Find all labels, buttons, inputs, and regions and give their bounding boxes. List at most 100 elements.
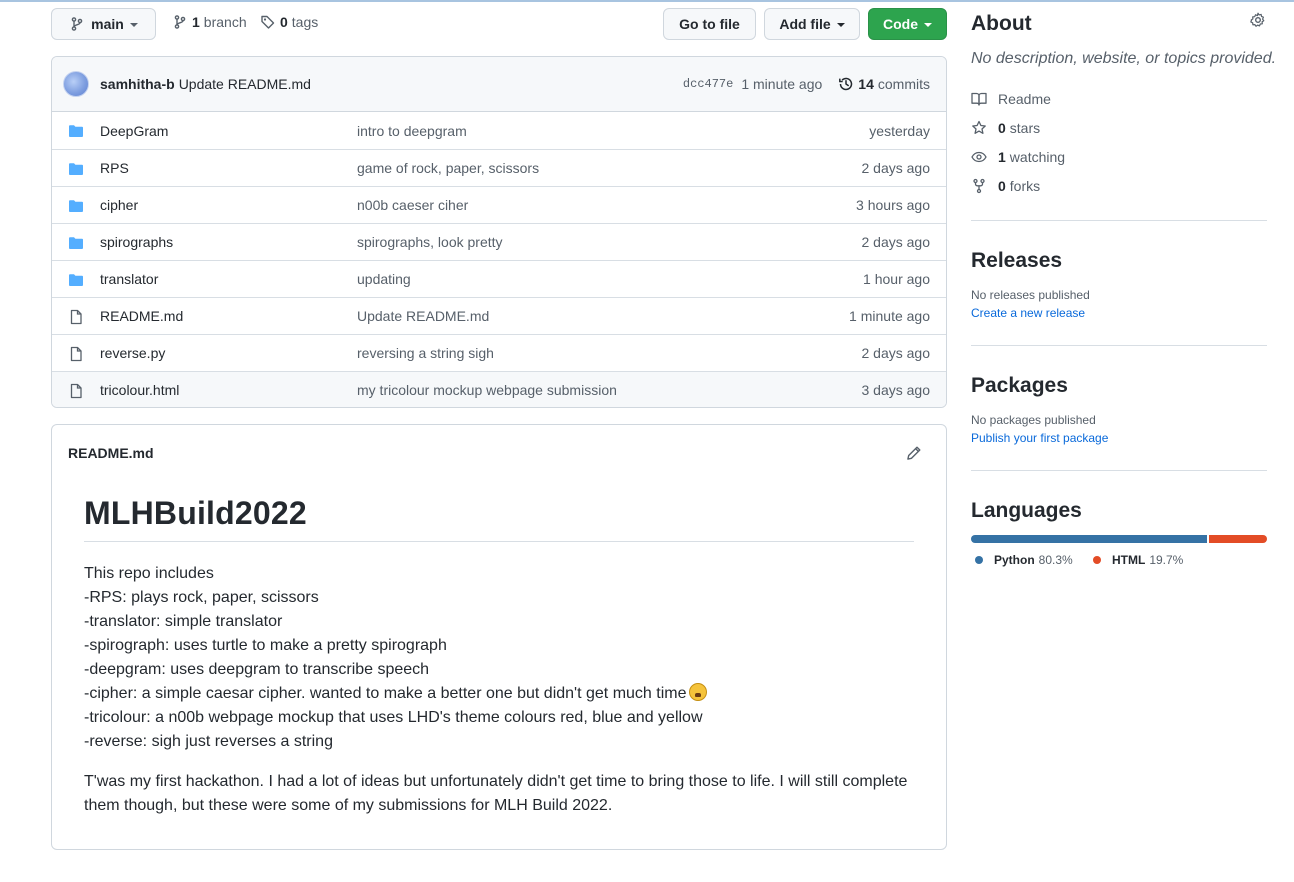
tags-link[interactable]: 0 tags [260, 14, 318, 30]
releases-heading[interactable]: Releases [971, 249, 1267, 273]
go-to-file-button[interactable]: Go to file [663, 8, 756, 40]
readme-link[interactable]: Readme [971, 91, 1051, 107]
file-name-link[interactable]: translator [100, 271, 158, 287]
tags-count: 0 [280, 14, 288, 30]
gear-icon[interactable] [1250, 12, 1266, 28]
file-name-link[interactable]: README.md [100, 308, 183, 324]
branch-select-button[interactable]: main [51, 8, 156, 40]
file-commit-message-link[interactable]: reversing a string sigh [357, 345, 494, 361]
languages-heading: Languages [971, 499, 1082, 522]
language-bar-segment-html [1209, 535, 1267, 543]
readme-line: -cipher: a simple caesar cipher. wanted … [84, 685, 687, 702]
sidebar-divider [971, 220, 1267, 221]
file-row[interactable]: README.md Update README.md 1 minute ago [52, 297, 946, 334]
watching-link[interactable]: 1 watching [971, 149, 1065, 165]
commits-history-link[interactable]: 14 commits [838, 76, 930, 92]
avatar[interactable] [63, 71, 89, 97]
publish-package-link[interactable]: Publish your first package [971, 431, 1108, 445]
sidebar-divider [971, 345, 1267, 346]
language-percent: 80.3% [1038, 553, 1073, 567]
file-commit-message-link[interactable]: intro to deepgram [357, 123, 467, 139]
tags-label: tags [291, 14, 319, 30]
readme-line: -tricolour: a n00b webpage mockup that u… [84, 709, 703, 726]
commit-meta: dcc477e 1 minute ago 14 commits [683, 76, 930, 92]
file-row[interactable]: tricolour.html my tricolour mockup webpa… [52, 371, 946, 407]
commits-count: 14 [858, 76, 874, 92]
code-button[interactable]: Code [868, 8, 947, 40]
forks-link[interactable]: 0 forks [971, 178, 1040, 194]
file-name-link[interactable]: spirographs [100, 234, 173, 250]
branch-name: main [91, 16, 124, 32]
file-age: 2 days ago [861, 160, 931, 176]
file-commit-message-link[interactable]: n00b caeser ciher [357, 197, 468, 213]
file-commit-message-link[interactable]: Update README.md [357, 308, 489, 324]
branches-label: branch [203, 14, 247, 30]
file-row[interactable]: spirographs spirographs, look pretty 2 d… [52, 223, 946, 260]
go-to-file-label: Go to file [679, 16, 740, 32]
readme-line: -reverse: sigh just reverses a string [84, 733, 333, 750]
file-row[interactable]: reverse.py reversing a string sigh 2 day… [52, 334, 946, 371]
sidebar-divider [971, 470, 1267, 471]
file-name-link[interactable]: DeepGram [100, 123, 168, 139]
readme-line: -translator: simple translator [84, 613, 283, 630]
about-heading: About [971, 12, 1032, 35]
readme-filename[interactable]: README.md [68, 445, 154, 461]
python-color-dot [975, 556, 983, 564]
file-icon [70, 346, 82, 362]
file-name-link[interactable]: cipher [100, 197, 138, 213]
add-file-label: Add file [779, 16, 831, 32]
readme-content: This repo includes -RPS: plays rock, pap… [84, 562, 914, 754]
language-name: Python [994, 553, 1035, 567]
commits-label: commits [877, 76, 930, 92]
file-row[interactable]: translator updating 1 hour ago [52, 260, 946, 297]
file-age: 3 days ago [861, 382, 931, 398]
top-border [0, 0, 1294, 2]
commit-time: 1 minute ago [741, 76, 823, 92]
folder-icon [69, 163, 83, 175]
file-name-link[interactable]: tricolour.html [100, 382, 179, 398]
file-icon [70, 383, 82, 399]
file-commit-message-link[interactable]: spirographs, look pretty [357, 234, 503, 250]
stars-link[interactable]: 0 stars [971, 120, 1040, 136]
file-commit-message-link[interactable]: game of rock, paper, scissors [357, 160, 539, 176]
commit-sha-link[interactable]: dcc477e [683, 77, 733, 91]
git-branch-icon [174, 15, 186, 29]
language-html[interactable]: HTML 19.7% [1093, 553, 1183, 567]
file-row[interactable]: DeepGram intro to deepgram yesterday [52, 112, 946, 149]
readme-line-with-emoji: -cipher: a simple caesar cipher. wanted … [84, 682, 914, 706]
file-age: yesterday [869, 122, 930, 139]
folder-icon [69, 274, 83, 286]
language-bar [971, 535, 1267, 543]
language-python[interactable]: Python 80.3% [975, 553, 1073, 567]
add-file-button[interactable]: Add file [764, 8, 860, 40]
commit-author-link[interactable]: samhitha-b [100, 76, 175, 92]
pencil-icon[interactable] [906, 445, 922, 461]
readme-paragraph: T'was my first hackathon. I had a lot of… [84, 773, 908, 814]
watching-count: 1 [998, 149, 1006, 165]
releases-empty-text: No releases published [971, 288, 1090, 302]
file-commit-message-link[interactable]: my tricolour mockup webpage submission [357, 382, 617, 398]
stars-label: stars [1009, 120, 1041, 136]
folder-icon [69, 200, 83, 212]
file-row[interactable]: cipher n00b caeser ciher 3 hours ago [52, 186, 946, 223]
watching-label: watching [1009, 149, 1066, 165]
folder-icon [69, 125, 83, 137]
file-name-link[interactable]: reverse.py [100, 345, 165, 361]
branches-count: 1 [192, 14, 200, 30]
file-row[interactable]: RPS game of rock, paper, scissors 2 days… [52, 149, 946, 186]
file-browser: samhitha-b Update README.md dcc477e 1 mi… [51, 56, 947, 408]
language-bar-segment-python [971, 535, 1208, 543]
about-description: No description, website, or topics provi… [971, 50, 1277, 67]
weary-face-emoji-icon [689, 683, 708, 701]
file-commit-message-link[interactable]: updating [357, 271, 411, 287]
readme-line: -RPS: plays rock, paper, scissors [84, 589, 319, 606]
star-icon [972, 120, 986, 134]
branches-link[interactable]: 1 branch [172, 14, 247, 30]
commit-message-link[interactable]: Update README.md [179, 76, 311, 92]
packages-empty-text: No packages published [971, 413, 1096, 427]
create-release-link[interactable]: Create a new release [971, 306, 1085, 320]
packages-heading[interactable]: Packages [971, 374, 1267, 398]
repo-forked-icon [973, 178, 985, 194]
eye-icon [971, 151, 987, 163]
file-name-link[interactable]: RPS [100, 160, 129, 176]
